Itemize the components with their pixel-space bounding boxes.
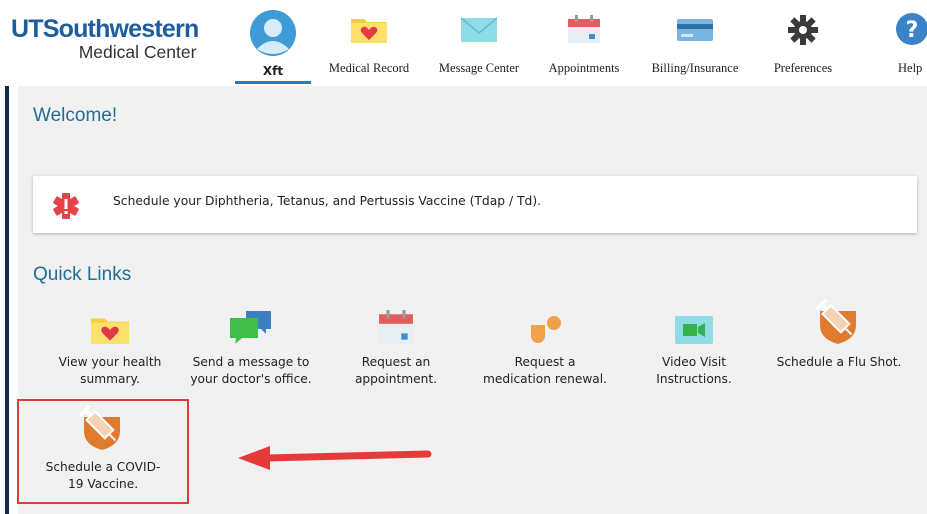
quicklink-label: View your health summary. bbox=[58, 355, 162, 386]
alert-text[interactable]: Schedule your Diphtheria, Tetanus, and P… bbox=[113, 194, 541, 208]
quicklink-medication-renewal[interactable]: Request a medication renewal. bbox=[470, 302, 620, 388]
brand-logo[interactable]: UTSouthwestern Medical Center bbox=[11, 15, 199, 62]
calendar-icon bbox=[567, 14, 601, 48]
syringe-icon bbox=[816, 299, 856, 344]
quicklink-label: Schedule a COVID- 19 Vaccine. bbox=[45, 460, 161, 491]
nav-label-billing: Billing/Insurance bbox=[651, 61, 739, 75]
covid-vaccine-highlight-box: Schedule a COVID- 19 Vaccine. bbox=[17, 399, 189, 504]
left-border bbox=[5, 86, 9, 514]
quicklink-request-appointment[interactable]: Request an appointment. bbox=[336, 302, 456, 388]
quicklink-label: Video Visit Instructions. bbox=[656, 355, 732, 386]
help-icon: ? bbox=[895, 12, 927, 50]
svg-text:?: ? bbox=[906, 18, 919, 43]
video-camera-icon bbox=[675, 316, 713, 344]
nav-appointments[interactable]: Appointments bbox=[535, 0, 633, 86]
alert-card[interactable]: Schedule your Diphtheria, Tetanus, and P… bbox=[33, 176, 917, 233]
quicklink-label: Send a message to your doctor's office. bbox=[190, 355, 312, 386]
quicklink-label: Schedule a Flu Shot. bbox=[776, 355, 902, 369]
main-content: Welcome! Schedule your Diphtheria, Tetan… bbox=[17, 86, 927, 514]
quicklink-send-message[interactable]: Send a message to your doctor's office. bbox=[176, 302, 326, 388]
medical-alert-icon bbox=[52, 192, 80, 224]
nav-user-label: Xft bbox=[262, 64, 284, 78]
folder-heart-icon bbox=[350, 14, 388, 48]
nav-profile[interactable]: Xft bbox=[235, 0, 311, 86]
active-tab-indicator bbox=[235, 81, 311, 84]
nav-preferences[interactable]: Preferences bbox=[758, 0, 848, 86]
top-header: UTSouthwestern Medical Center Xft Medica… bbox=[0, 0, 927, 86]
credit-card-icon bbox=[676, 14, 714, 48]
quicklink-health-summary[interactable]: View your health summary. bbox=[40, 302, 180, 388]
nav-label-help: Help bbox=[898, 61, 923, 75]
syringe-icon bbox=[80, 405, 120, 450]
welcome-heading: Welcome! bbox=[33, 105, 118, 126]
nav-label-message-center: Message Center bbox=[438, 61, 520, 75]
pill-icon bbox=[531, 307, 561, 343]
nav-label-appointments: Appointments bbox=[548, 61, 620, 75]
quicklink-flu-shot[interactable]: Schedule a Flu Shot. bbox=[764, 296, 914, 371]
gear-icon bbox=[787, 14, 819, 50]
nav-help[interactable]: ? Help bbox=[884, 0, 927, 86]
nav-message-center[interactable]: Message Center bbox=[424, 0, 534, 86]
avatar bbox=[249, 9, 297, 61]
quicklink-label: Request a medication renewal. bbox=[482, 355, 608, 386]
envelope-icon bbox=[460, 14, 498, 48]
calendar-icon bbox=[379, 310, 413, 344]
quicklink-label: Request an appointment. bbox=[354, 355, 438, 386]
nav-label-medical-record: Medical Record bbox=[328, 61, 410, 75]
brand-name: UTSouthwestern bbox=[11, 15, 199, 43]
nav-medical-record[interactable]: Medical Record bbox=[314, 0, 424, 86]
pointer-arrow bbox=[238, 446, 432, 470]
chat-bubbles-icon bbox=[230, 311, 271, 344]
nav-billing[interactable]: Billing/Insurance bbox=[638, 0, 752, 86]
nav-label-preferences: Preferences bbox=[773, 61, 833, 75]
brand-subtitle: Medical Center bbox=[78, 42, 197, 62]
quicklink-video-visit[interactable]: Video Visit Instructions. bbox=[634, 302, 754, 388]
quick-links-heading: Quick Links bbox=[33, 264, 132, 285]
folder-heart-icon bbox=[91, 318, 129, 344]
quicklink-covid-vaccine[interactable]: Schedule a COVID- 19 Vaccine. bbox=[19, 405, 187, 493]
